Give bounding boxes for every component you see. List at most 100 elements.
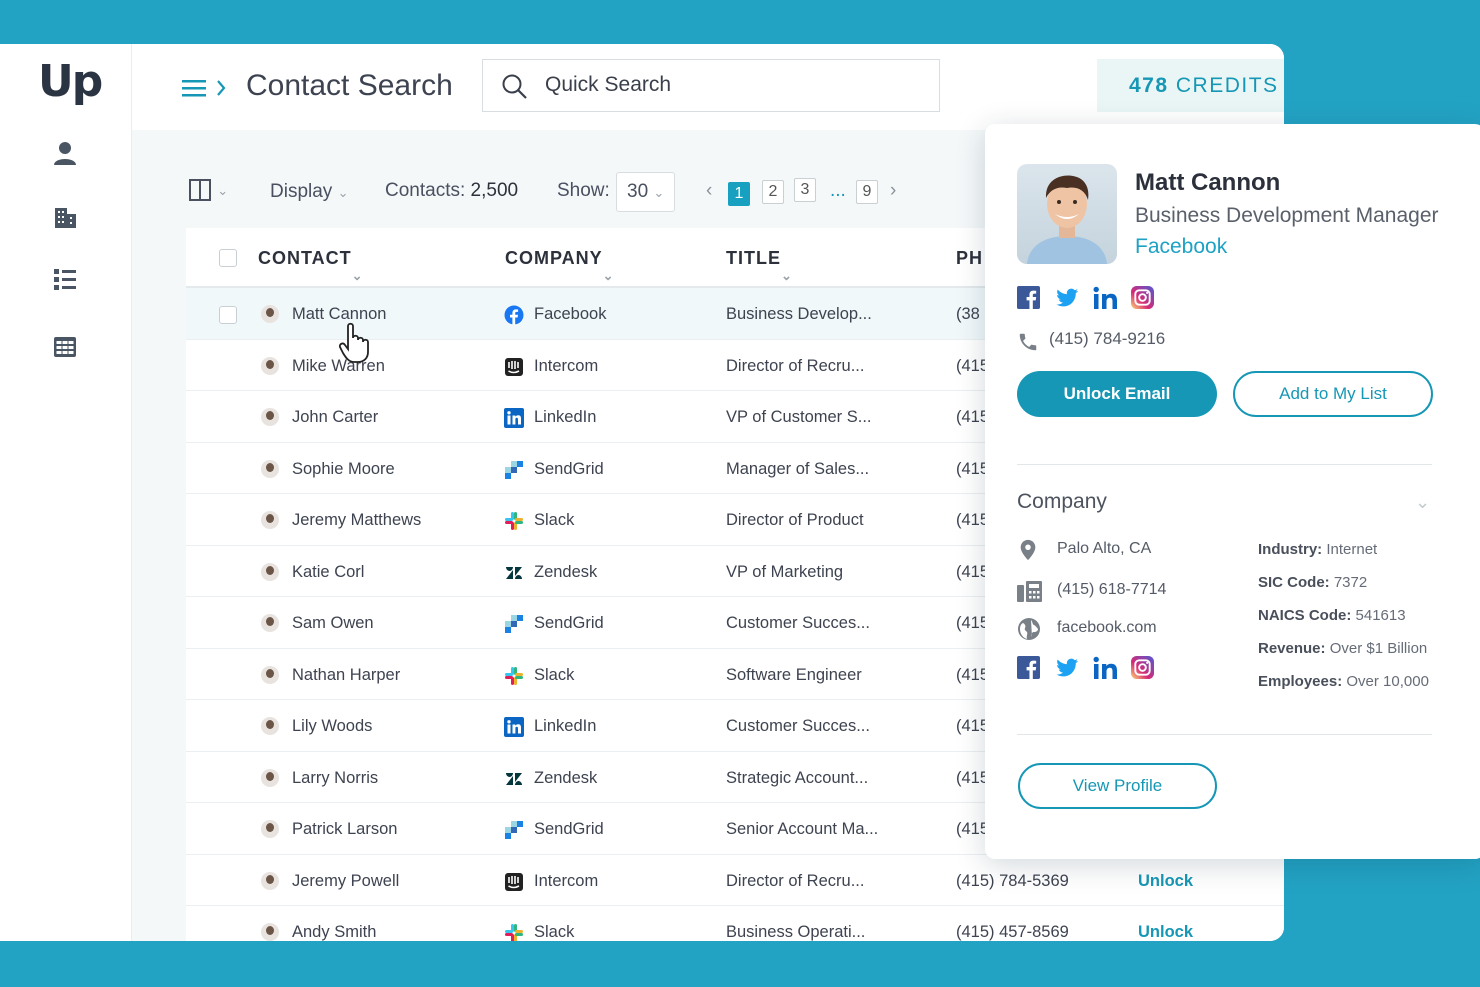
contact-title: Director of Product <box>726 511 864 529</box>
contact-title: Strategic Account... <box>726 768 869 787</box>
sendgrid-logo-icon <box>504 614 524 634</box>
zendesk-logo-icon <box>504 563 524 583</box>
company-industry: Industry: Internet <box>1258 541 1378 558</box>
select-all-checkbox[interactable] <box>219 249 237 267</box>
divider <box>1017 464 1432 465</box>
column-header-phone[interactable]: PH <box>956 248 983 269</box>
unlock-link[interactable]: Unlock <box>1138 872 1193 891</box>
company-name[interactable]: Intercom <box>534 357 598 376</box>
company-name[interactable]: Slack <box>534 666 574 685</box>
contact-title: Director of Recru... <box>726 871 865 890</box>
add-to-list-button[interactable]: Add to My List <box>1233 371 1433 417</box>
contact-title: Director of Recru... <box>726 356 865 375</box>
company-name[interactable]: SendGrid <box>534 614 604 633</box>
contact-name[interactable]: Lily Woods <box>292 717 372 736</box>
page-button[interactable]: 3 <box>794 178 816 202</box>
display-dropdown[interactable]: Display ⌄ <box>270 181 349 203</box>
company-section-title[interactable]: Company <box>1017 490 1107 514</box>
company-name[interactable]: Zendesk <box>534 769 597 788</box>
company-name[interactable]: SendGrid <box>534 820 604 839</box>
profile-company-link[interactable]: Facebook <box>1135 235 1227 259</box>
unlock-link[interactable]: Unlock <box>1138 923 1193 941</box>
instagram-icon[interactable] <box>1131 656 1154 679</box>
instagram-icon[interactable] <box>1131 286 1154 309</box>
table-row[interactable]: Andy Smith Slack Business Operati... (415) … <box>186 906 1284 941</box>
prev-page-button[interactable]: ‹ <box>706 180 712 202</box>
page-button[interactable]: 1 <box>728 182 750 206</box>
avatar <box>261 820 279 838</box>
grid-icon[interactable] <box>52 334 78 360</box>
twitter-icon[interactable] <box>1055 286 1080 309</box>
menu-toggle-icon[interactable] <box>182 78 228 98</box>
contact-name[interactable]: Nathan Harper <box>292 666 400 685</box>
company-name[interactable]: Slack <box>534 923 574 941</box>
contacts-label: Contacts: <box>385 180 466 201</box>
contacts-count: 2,500 <box>470 180 519 201</box>
contact-title: Business Develop... <box>726 305 872 323</box>
page-button[interactable]: 2 <box>762 180 784 204</box>
sendgrid-logo-icon <box>504 460 524 480</box>
facebook-logo-icon <box>504 305 524 325</box>
company-name[interactable]: Facebook <box>534 305 606 324</box>
page-button[interactable]: 9 <box>856 180 878 204</box>
row-checkbox[interactable] <box>219 306 237 324</box>
unlock-email-button[interactable]: Unlock Email <box>1017 371 1217 417</box>
contact-phone: (415) 457-8569 <box>956 923 1069 941</box>
view-profile-button[interactable]: View Profile <box>1018 763 1217 809</box>
avatar <box>261 562 279 581</box>
avatar <box>261 511 279 529</box>
contact-name[interactable]: Sam Owen <box>292 614 374 633</box>
contact-title: Manager of Sales... <box>726 459 870 478</box>
contact-profile-card: Matt Cannon Business Development Manager… <box>985 124 1480 859</box>
slack-logo-icon <box>504 923 524 941</box>
sendgrid-logo-icon <box>504 820 524 840</box>
contact-name[interactable]: Sophie Moore <box>292 460 395 479</box>
contact-title: VP of Marketing <box>726 562 844 581</box>
next-page-button[interactable]: › <box>890 180 896 202</box>
chevron-down-icon[interactable]: ⌄ <box>1415 492 1430 513</box>
contact-title: Software Engineer <box>726 665 862 684</box>
linkedin-logo-icon <box>504 717 524 737</box>
chevron-down-icon: ⌄ <box>337 185 349 200</box>
facebook-icon[interactable] <box>1017 286 1040 309</box>
twitter-icon[interactable] <box>1055 656 1080 679</box>
contact-name[interactable]: Jeremy Powell <box>292 872 399 891</box>
company-name[interactable]: LinkedIn <box>534 408 596 427</box>
building-icon[interactable] <box>52 204 78 230</box>
company-name[interactable]: LinkedIn <box>534 717 596 736</box>
avatar <box>261 356 279 375</box>
intercom-logo-icon <box>504 872 524 892</box>
column-header-company[interactable]: COMPANY ⌄ <box>505 248 614 283</box>
facebook-icon[interactable] <box>1017 656 1040 679</box>
app-logo[interactable]: Up <box>38 56 103 107</box>
company-name[interactable]: Intercom <box>534 872 598 891</box>
contact-name[interactable]: Jeremy Matthews <box>292 511 421 530</box>
column-header-title[interactable]: TITLE ⌄ <box>726 248 792 283</box>
column-layout-toggle[interactable]: ⌄ <box>188 178 228 202</box>
contact-name[interactable]: Katie Corl <box>292 563 364 582</box>
contact-name[interactable]: Larry Norris <box>292 769 378 788</box>
linkedin-icon[interactable] <box>1093 286 1119 310</box>
user-icon[interactable] <box>52 140 78 166</box>
phone-icon <box>1019 333 1037 351</box>
linkedin-icon[interactable] <box>1093 656 1119 680</box>
list-icon[interactable] <box>52 267 78 293</box>
company-name[interactable]: Slack <box>534 511 574 530</box>
toolbar: ⌄ Display ⌄ Contacts: 2,500 Show: 30 ⌄ ‹… <box>186 172 946 214</box>
contact-name[interactable]: Patrick Larson <box>292 820 397 839</box>
chevron-down-icon: ⌄ <box>217 183 229 199</box>
chevron-down-icon: ⌄ <box>781 268 793 283</box>
column-header-contact[interactable]: CONTACT ⌄ <box>258 248 363 283</box>
contact-name[interactable]: Andy Smith <box>292 923 376 941</box>
avatar <box>261 871 279 890</box>
show-value: 30 <box>627 181 649 202</box>
company-name[interactable]: SendGrid <box>534 460 604 479</box>
contact-name[interactable]: John Carter <box>292 408 378 427</box>
divider <box>1017 734 1432 735</box>
table-row[interactable]: Jeremy Powell Intercom Director of Recru..… <box>186 855 1284 906</box>
search-input[interactable]: Quick Search <box>482 59 940 112</box>
hand-cursor-icon <box>338 322 369 363</box>
company-name[interactable]: Zendesk <box>534 563 597 582</box>
show-select[interactable]: 30 ⌄ <box>616 172 676 212</box>
zendesk-logo-icon <box>504 769 524 789</box>
